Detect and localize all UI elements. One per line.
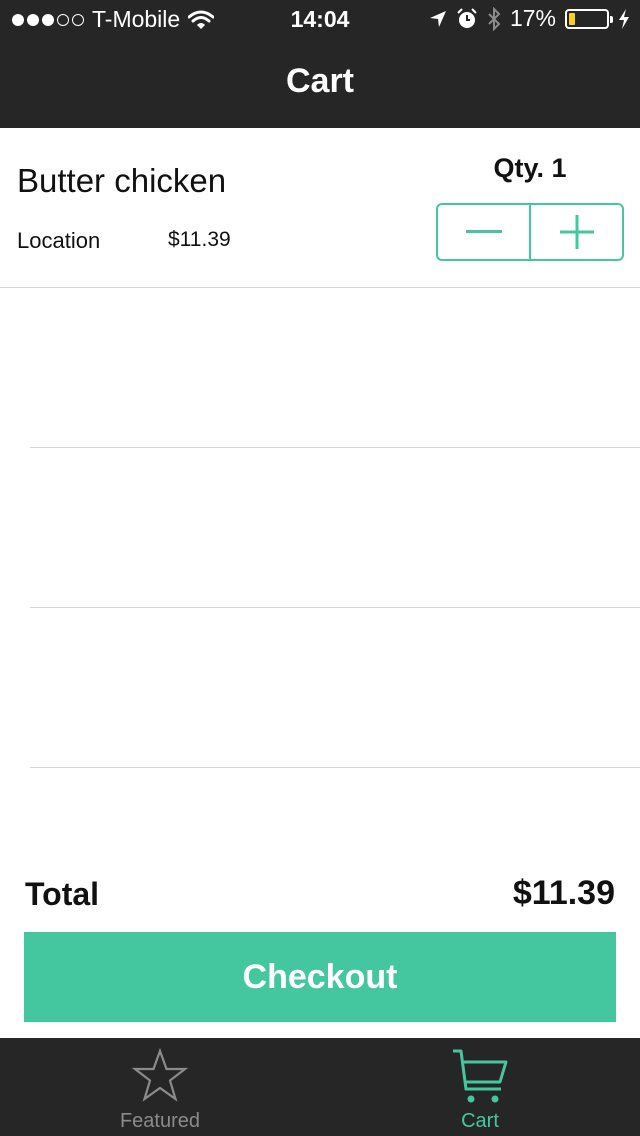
bluetooth-icon	[488, 6, 501, 31]
charging-bolt-icon	[619, 8, 629, 29]
tab-bar: Featured Cart	[0, 1038, 640, 1136]
item-name: Butter chicken	[17, 162, 227, 199]
status-bar: T-Mobile 14:04 17%	[0, 0, 640, 40]
item-location: Location	[17, 228, 101, 253]
empty-row-divider	[30, 767, 640, 768]
quantity-stepper	[436, 203, 624, 261]
minus-icon	[465, 230, 502, 233]
empty-row-divider	[30, 447, 640, 448]
battery-fill	[569, 12, 575, 25]
tab-featured[interactable]: Featured	[60, 1038, 260, 1136]
total-value: $11.39	[512, 874, 615, 912]
checkout-button[interactable]: Checkout	[24, 932, 616, 1022]
total-label: Total	[25, 876, 100, 912]
plus-icon	[559, 215, 594, 249]
battery-percent: 17%	[509, 5, 556, 31]
empty-row-divider	[30, 607, 640, 608]
location-arrow-icon	[429, 10, 446, 27]
cart-icon	[453, 1049, 508, 1103]
alarm-icon	[457, 7, 477, 28]
decrease-quantity-button[interactable]	[438, 205, 529, 259]
tab-cart[interactable]: Cart	[380, 1038, 580, 1136]
cart-screen: T-Mobile 14:04 17% Cart Butter chicken L…	[0, 0, 640, 1136]
cart-item-row: Butter chicken Location $11.39 Qty. 1	[0, 128, 640, 288]
quantity-label: Qty. 1	[493, 153, 567, 183]
status-right: 17%	[429, 5, 630, 32]
increase-quantity-button[interactable]	[529, 205, 622, 259]
item-price: $11.39	[168, 228, 231, 251]
tab-cart-label: Cart	[461, 1110, 499, 1132]
star-icon	[132, 1048, 188, 1102]
top-bar: T-Mobile 14:04 17% Cart	[0, 0, 640, 128]
battery-icon	[565, 8, 613, 29]
page-title: Cart	[285, 62, 355, 100]
tab-featured-label: Featured	[119, 1110, 201, 1132]
